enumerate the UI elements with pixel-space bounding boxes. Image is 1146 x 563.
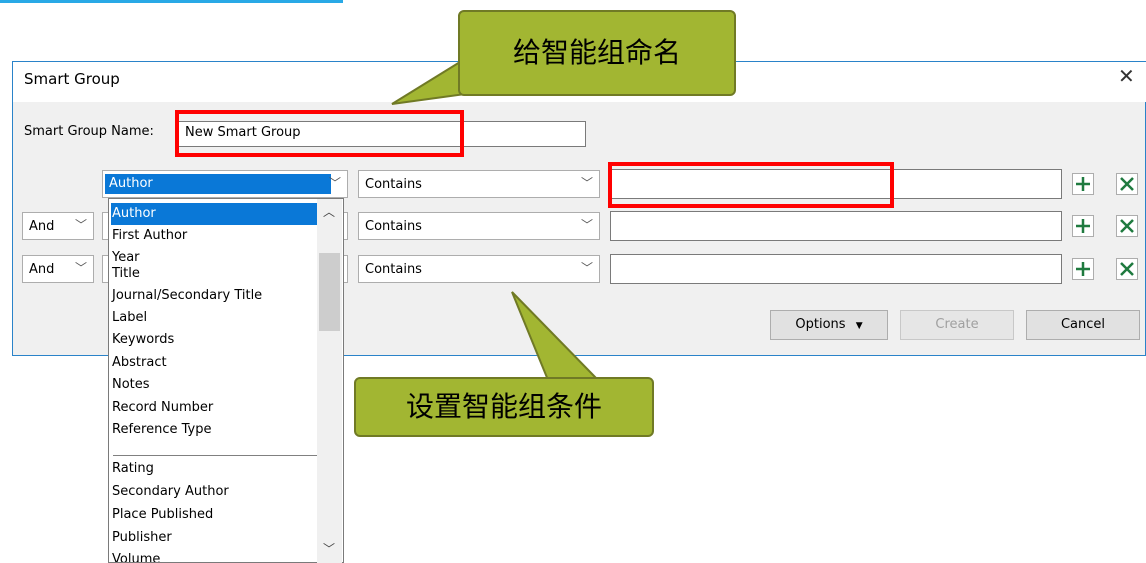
callout-conditions: 设置智能组条件: [354, 377, 654, 437]
callout-name: 给智能组命名: [458, 10, 736, 96]
callout-conditions-pointer: [511, 291, 601, 381]
